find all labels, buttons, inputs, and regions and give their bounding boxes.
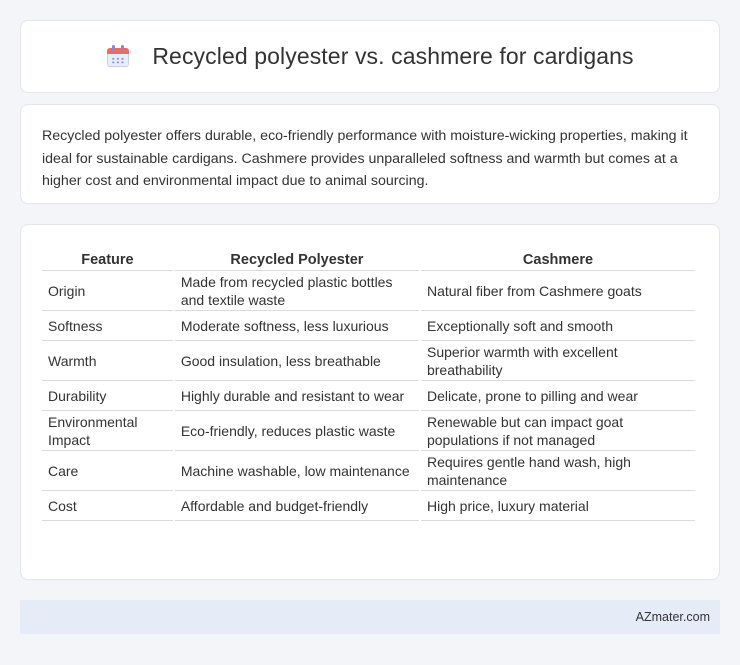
row-polyester: Highly durable and resistant to wear: [174, 381, 419, 411]
title-card: Recycled polyester vs. cashmere for card…: [20, 20, 720, 93]
row-feature: Origin: [42, 271, 173, 311]
table-row: Environmental Impact Eco-friendly, reduc…: [42, 411, 695, 451]
row-cashmere: Exceptionally soft and smooth: [420, 311, 695, 341]
header-recycled-polyester: Recycled Polyester: [174, 245, 419, 271]
row-feature: Environmental Impact: [42, 411, 173, 451]
row-feature: Softness: [42, 311, 173, 341]
row-polyester: Eco-friendly, reduces plastic waste: [174, 411, 419, 451]
page-title: Recycled polyester vs. cashmere for card…: [152, 43, 634, 69]
table-row: Durability Highly durable and resistant …: [42, 381, 695, 411]
row-cashmere: Requires gentle hand wash, high maintena…: [420, 451, 695, 491]
row-cashmere: Delicate, prone to pilling and wear: [420, 381, 695, 411]
row-cashmere: Natural fiber from Cashmere goats: [420, 271, 695, 311]
table-row: Softness Moderate softness, less luxurio…: [42, 311, 695, 341]
row-polyester: Made from recycled plastic bottles and t…: [174, 271, 419, 311]
row-feature: Durability: [42, 381, 173, 411]
table-card: Feature Recycled Polyester Cashmere Orig…: [20, 224, 720, 580]
summary-card: Recycled polyester offers durable, eco-f…: [20, 104, 720, 204]
table-header-row: Feature Recycled Polyester Cashmere: [42, 245, 695, 271]
row-feature: Cost: [42, 491, 173, 521]
title-wrap: Recycled polyester vs. cashmere for card…: [106, 43, 634, 70]
calendar-icon: [106, 44, 130, 69]
footer: AZmater.com: [20, 600, 720, 634]
table-row: Origin Made from recycled plastic bottle…: [42, 271, 695, 311]
row-polyester: Moderate softness, less luxurious: [174, 311, 419, 341]
row-polyester: Affordable and budget-friendly: [174, 491, 419, 521]
row-polyester: Good insulation, less breathable: [174, 341, 419, 381]
table-row: Care Machine washable, low maintenance R…: [42, 451, 695, 491]
table-row: Warmth Good insulation, less breathable …: [42, 341, 695, 381]
comparison-table: Feature Recycled Polyester Cashmere Orig…: [40, 245, 697, 521]
row-feature: Care: [42, 451, 173, 491]
header-cashmere: Cashmere: [420, 245, 695, 271]
table-row: Cost Affordable and budget-friendly High…: [42, 491, 695, 521]
row-cashmere: High price, luxury material: [420, 491, 695, 521]
row-cashmere: Renewable but can impact goat population…: [420, 411, 695, 451]
row-cashmere: Superior warmth with excellent breathabi…: [420, 341, 695, 381]
row-polyester: Machine washable, low maintenance: [174, 451, 419, 491]
summary-text: Recycled polyester offers durable, eco-f…: [42, 128, 688, 189]
source-credit: AZmater.com: [635, 610, 710, 624]
header-feature: Feature: [42, 245, 173, 271]
row-feature: Warmth: [42, 341, 173, 381]
